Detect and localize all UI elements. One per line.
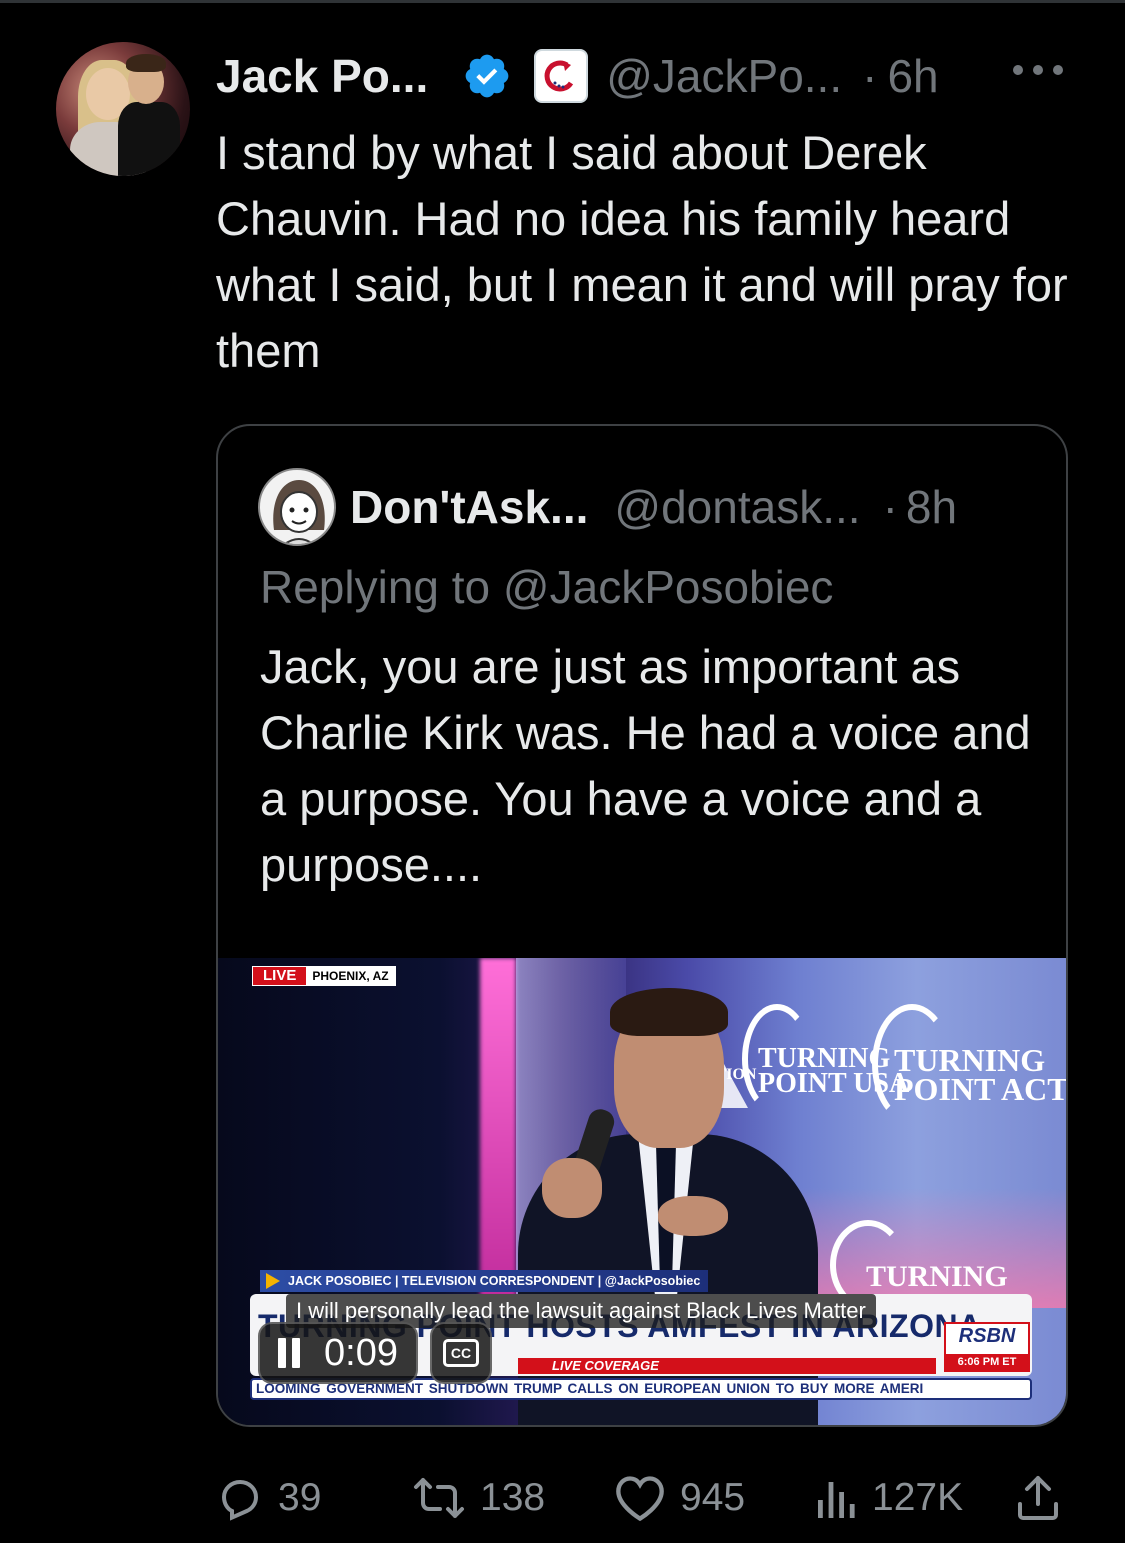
views-button[interactable]: 127K [814, 1468, 963, 1528]
separator-dot: · [862, 50, 878, 102]
live-coverage-label: LIVE COVERAGE [552, 1358, 659, 1373]
repost-button[interactable]: 138 [412, 1468, 545, 1528]
share-button[interactable] [1016, 1468, 1060, 1528]
captions-button[interactable]: CC [429, 1322, 492, 1384]
like-icon [616, 1476, 664, 1522]
repost-icon [414, 1478, 464, 1518]
like-button[interactable]: 945 [614, 1468, 745, 1528]
quoted-tweet-text: Jack, you are just as important as Charl… [260, 640, 1031, 891]
quoted-author-handle[interactable]: @dontask... [614, 480, 860, 534]
author-name[interactable]: Jack Po... [216, 49, 428, 103]
tweet-text: I stand by what I said about Derek Chauv… [216, 126, 1068, 377]
replying-to-label[interactable]: Replying to @JackPosobiec [260, 560, 833, 614]
stage-logo-turning-point-action: TURNING POINT ACTION [894, 1042, 1068, 1107]
share-icon [1018, 1476, 1058, 1520]
tweet-action-bar: 39 138 945 127K [216, 1468, 1076, 1528]
live-label: LIVE [253, 967, 307, 985]
pause-icon [276, 1338, 302, 1368]
affiliate-badge-icon[interactable] [534, 49, 589, 103]
author-handle[interactable]: @JackPo... [606, 49, 842, 103]
reply-button[interactable]: 39 [216, 1468, 321, 1528]
video-player[interactable]: CTION TURNING POINT USA TURNING POINT AC… [218, 958, 1068, 1425]
repost-count: 138 [480, 1476, 546, 1519]
reply-count: 39 [278, 1476, 322, 1519]
closed-captions-icon: CC [442, 1339, 479, 1367]
location-label: PHOENIX, AZ [306, 967, 395, 985]
reply-icon [221, 1479, 259, 1521]
separator-dot: · [882, 481, 898, 533]
pause-button[interactable]: 0:09 [258, 1322, 418, 1384]
more-icon[interactable] [1010, 60, 1066, 80]
tweet-header: Jack Po... @JackPo... · 6h [216, 44, 939, 108]
views-icon [818, 1482, 855, 1518]
video-controls: 0:09 CC [258, 1322, 492, 1384]
stage-logo-turning: TURNING [866, 1260, 1008, 1293]
view-count: 127K [872, 1476, 964, 1519]
like-count: 945 [680, 1476, 746, 1519]
video-elapsed-time: 0:09 [324, 1331, 398, 1374]
live-tag: LIVE PHOENIX, AZ [252, 966, 396, 986]
quoted-author-name[interactable]: Don'tAsk... [350, 480, 588, 534]
stage-logo-turning-point-usa: TURNING POINT USA [758, 1043, 910, 1100]
network-logo: RSBN 6:06 PM ET [944, 1322, 1030, 1372]
tweet-timestamp[interactable]: 6h [887, 49, 938, 103]
verified-badge-icon[interactable] [462, 51, 512, 101]
quoted-tweet-card[interactable]: Don'tAsk... @dontask... · 8h Replying to… [216, 424, 1068, 1427]
network-time: 6:06 PM ET [946, 1354, 1028, 1370]
author-avatar[interactable] [56, 42, 190, 176]
quoted-tweet-header: Don'tAsk... @dontask... · 8h [258, 468, 957, 546]
quoted-timestamp[interactable]: 8h [906, 480, 957, 534]
top-divider [0, 0, 1125, 3]
lower-third-name: JACK POSOBIEC | TELEVISION CORRESPONDENT… [260, 1270, 709, 1292]
quoted-author-avatar[interactable] [258, 468, 336, 546]
